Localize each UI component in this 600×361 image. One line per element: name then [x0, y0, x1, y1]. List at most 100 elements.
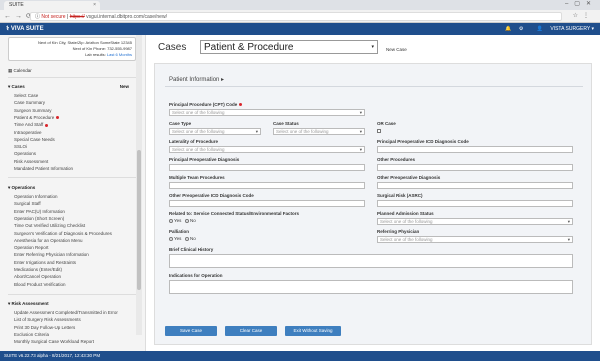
other-procedures-input[interactable]	[377, 164, 573, 171]
sidebar-item[interactable]: Operation (Short Screen)	[14, 216, 64, 221]
calendar-icon: ▦	[8, 68, 13, 73]
laterality-select[interactable]: Select one of the following ▾	[169, 146, 365, 153]
close-tab-icon[interactable]: ×	[93, 1, 96, 10]
gear-icon[interactable]: ⚙	[519, 26, 523, 32]
other-preop-dx-label: Other Preoperative Diagnosis	[377, 175, 441, 180]
surgical-risk-label: Surgical Risk (ASRC)	[377, 193, 423, 198]
user-menu[interactable]: 👤 VISTA SURGERY ▾	[531, 26, 594, 32]
sidebar-section-operations[interactable]: ▾ Operations	[8, 185, 35, 191]
brand-icon: ⚕	[6, 26, 10, 32]
related-yes-radio[interactable]: Yes	[169, 218, 181, 223]
required-dot	[45, 123, 49, 127]
sidebar-item[interactable]: Abort/Cancel Operation	[14, 274, 61, 279]
brief-history-textarea[interactable]	[169, 254, 573, 268]
sidebar-divider	[8, 77, 136, 78]
chevron-down-icon: ▾	[567, 237, 570, 242]
clear-case-button[interactable]: Clear Case	[225, 326, 277, 336]
case-type-select[interactable]: Select one of the following ▾	[169, 128, 261, 135]
chevron-down-icon: ▾	[255, 129, 258, 134]
sidebar-item[interactable]: Anesthesia for an Operation Menu	[14, 238, 83, 243]
exit-without-saving-button[interactable]: Exit Without Saving	[285, 326, 341, 336]
lab-results-link[interactable]: Last 6 Months	[107, 52, 132, 57]
or-case-label: OR Case	[377, 121, 396, 126]
sidebar-item[interactable]: Medications (Enter/Edit)	[14, 267, 62, 272]
principal-procedure-select[interactable]: Select one of the following ▾	[169, 109, 365, 116]
sidebar-item[interactable]: Print 30 Day Follow-Up Letters	[14, 325, 75, 330]
sidebar-item[interactable]: Enter PAC(U) Information	[14, 209, 65, 214]
url-field[interactable]: ⓘ Not secure | https:// vsgui.internal.d…	[30, 12, 562, 21]
other-preop-icd-input[interactable]	[169, 200, 365, 207]
indications-textarea[interactable]	[169, 280, 573, 294]
preop-dx-label: Principal Preoperative Diagnosis	[169, 157, 240, 162]
sidebar-item[interactable]: Operation Report	[14, 245, 49, 250]
planned-admission-select[interactable]: Select one of the following ▾	[377, 218, 573, 225]
case-status-select[interactable]: Select one of the following ▾	[273, 128, 365, 135]
sidebar-item[interactable]: Time And Staff	[14, 122, 49, 127]
multiple-team-input[interactable]	[169, 182, 365, 189]
sidebar-scroll-thumb[interactable]	[137, 150, 141, 290]
sidebar-item[interactable]: Patient & Procedure	[14, 115, 60, 120]
sidebar-item[interactable]: Surgeon's Verification of Diagnosis & Pr…	[14, 231, 112, 236]
section-title[interactable]: Patient Information ▸	[169, 76, 224, 83]
sidebar-cases-new[interactable]: New	[120, 84, 129, 89]
required-dot	[56, 116, 60, 120]
sidebar-item[interactable]: Exclusion Criteria	[14, 332, 49, 337]
sidebar-section-risk[interactable]: ▾ Risk Assessment	[8, 301, 49, 307]
chevron-down-icon: ▾	[371, 44, 374, 50]
brief-history-label: Brief Clinical History	[169, 247, 214, 252]
url-text: vsgui.internal.dbitpro.com/case/new/	[86, 14, 167, 20]
sidebar-item[interactable]: Select Case	[14, 93, 38, 98]
sidebar-divider	[8, 177, 136, 178]
case-status-label: Case Status	[273, 121, 299, 126]
sidebar-item[interactable]: Blood Product Verification	[14, 282, 66, 287]
chevron-down-icon: ▾	[359, 110, 362, 115]
other-preop-dx-input[interactable]	[377, 182, 573, 189]
new-case-link[interactable]: New Case	[386, 47, 407, 52]
planned-admission-label: Planned Admission Status	[377, 211, 434, 216]
principal-procedure-label: Principal Procedure (CPT) Code	[169, 102, 243, 107]
sidebar-item[interactable]: Special Case Needs	[14, 137, 55, 142]
browser-tab[interactable]: SUITE ×	[4, 1, 100, 10]
surgical-risk-input[interactable]	[377, 200, 573, 207]
required-dot	[239, 103, 243, 107]
or-case-checkbox[interactable]	[377, 129, 381, 133]
related-no-radio[interactable]: No	[185, 218, 196, 223]
sidebar-item[interactable]: Update Assessment Completed/Transmitted …	[14, 310, 118, 315]
app-header: ⚕ VIVA SUITE 🔔 ⚙ 👤 VISTA SURGERY ▾	[0, 23, 600, 35]
sidebar-section-cases[interactable]: ▾ Cases	[8, 84, 25, 90]
sidebar-item[interactable]: Case Summary	[14, 100, 45, 105]
sidebar-item[interactable]: Time Out Verified Utilizing Checklist	[14, 223, 85, 228]
indications-label: Indications for Operation	[169, 273, 223, 278]
preop-dx-input[interactable]	[169, 164, 365, 171]
case-section-select[interactable]: Patient & Procedure ▾	[200, 40, 378, 54]
app-brand[interactable]: ⚕ VIVA SUITE	[6, 23, 44, 35]
sidebar-item[interactable]: List of Surgery Risk Assessments	[14, 317, 81, 322]
referring-physician-select[interactable]: Select one of the following ▾	[377, 236, 573, 243]
chevron-right-icon: ▸	[221, 77, 225, 83]
palliation-no-radio[interactable]: No	[185, 236, 196, 241]
palliation-label: Palliation	[169, 229, 190, 234]
sidebar-item[interactable]: Surgical Staff	[14, 201, 41, 206]
save-case-button[interactable]: Save Case	[165, 326, 217, 336]
palliation-yes-radio[interactable]: Yes	[169, 236, 181, 241]
warning-icon: ⓘ	[35, 14, 41, 20]
sidebar-item[interactable]: Monthly Surgical Case Workload Report	[14, 339, 94, 344]
preop-icd-input[interactable]	[377, 146, 573, 153]
address-bar: ←→⟳ ⓘ Not secure | https:// vsgui.intern…	[0, 10, 600, 23]
sidebar-item[interactable]: Mandated Patient Information	[14, 166, 73, 171]
page-title: Cases	[158, 42, 187, 53]
sidebar-item[interactable]: Operation Information	[14, 194, 58, 199]
browser-tab-strip: SUITE × –▢✕	[0, 0, 600, 10]
chevron-down-icon: ▾	[567, 219, 570, 224]
sidebar-calendar[interactable]: ▦ Calendar	[8, 68, 32, 74]
sidebar-item[interactable]: SSLOi	[14, 144, 27, 149]
sidebar-item[interactable]: Enter Irrigations and Restraints	[14, 260, 76, 265]
sidebar-item[interactable]: Operations	[14, 151, 36, 156]
window-controls[interactable]: –▢✕	[565, 0, 597, 9]
sidebar-item[interactable]: Intraoperative	[14, 130, 42, 135]
sidebar-item[interactable]: Risk Assessment	[14, 159, 48, 164]
bell-icon[interactable]: 🔔	[505, 26, 511, 32]
sidebar-item[interactable]: Enter Referring Physician Information	[14, 252, 89, 257]
browser-toolbar-icons[interactable]: ☆⋮	[573, 12, 594, 21]
sidebar-item[interactable]: Surgeon Summary	[14, 108, 52, 113]
